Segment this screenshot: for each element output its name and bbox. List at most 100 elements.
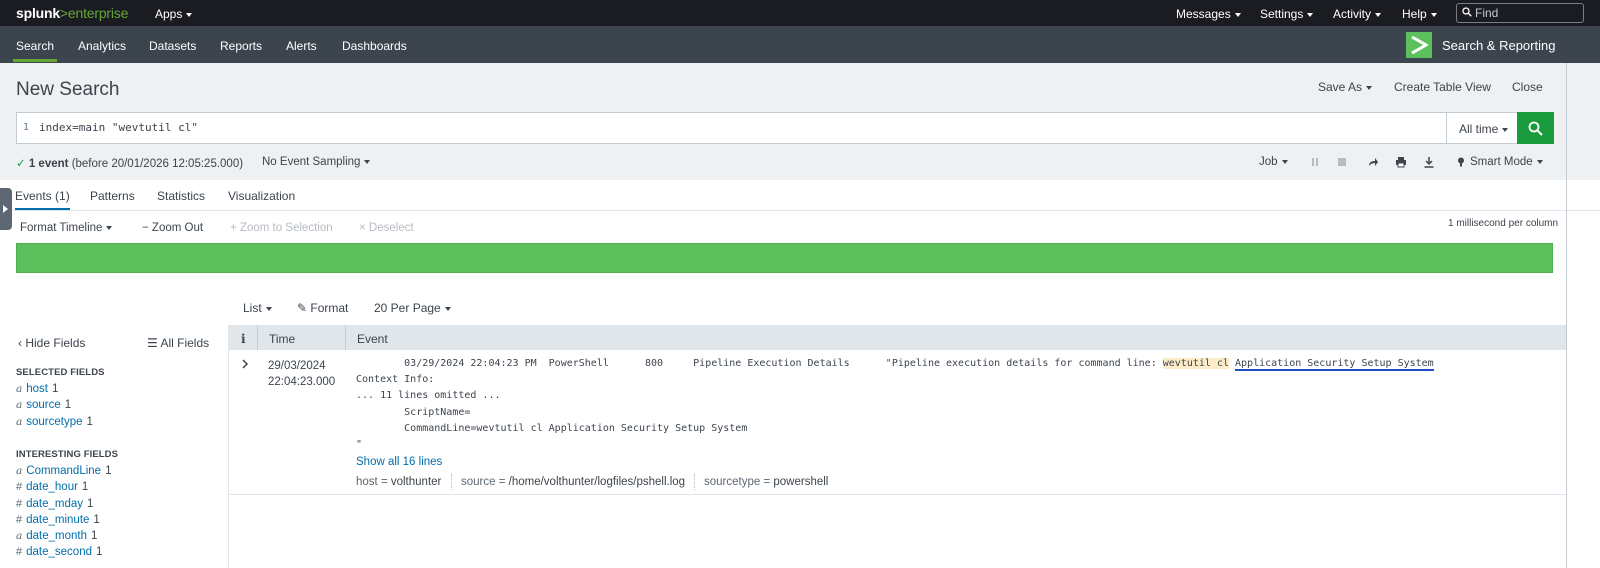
stop-icon[interactable] [1336, 156, 1348, 168]
search-button[interactable] [1517, 112, 1554, 144]
messages-menu[interactable]: Messages [1176, 7, 1241, 21]
event-line: ScriptName= [356, 407, 471, 418]
help-menu[interactable]: Help [1402, 7, 1437, 21]
field-date-minute[interactable]: # date_minute 1 [16, 514, 100, 526]
caret-down-icon [364, 159, 371, 164]
splunk-logo[interactable]: splunk>enterprise [16, 5, 128, 21]
field-date-second[interactable]: # date_second 1 [16, 546, 102, 558]
deselect-button[interactable]: × Deselect [359, 222, 414, 234]
field-date-mday[interactable]: # date_mday 1 [16, 498, 93, 510]
lightbulb-icon [1458, 157, 1464, 167]
caret-down-icon [1375, 12, 1382, 17]
list-icon: ☰ [147, 336, 161, 350]
side-panel-handle[interactable] [0, 188, 12, 230]
event-line: ... 11 lines omitted ... [356, 390, 501, 401]
list-dropdown[interactable]: List [243, 301, 272, 315]
tab-statistics[interactable]: Statistics [157, 189, 205, 203]
caret-down-icon [186, 12, 193, 17]
time-column-header[interactable]: Time [269, 332, 295, 346]
close-button[interactable]: Close [1512, 80, 1543, 94]
app-bar: Search Analytics Datasets Reports Alerts… [0, 26, 1600, 63]
field-commandline[interactable]: a CommandLine 1 [16, 465, 111, 477]
page-title: New Search [16, 79, 120, 100]
chevron-right-icon [3, 205, 8, 213]
caret-down-icon [1366, 85, 1373, 90]
caret-down-icon [265, 306, 272, 311]
event-field-sourcetype[interactable]: sourcetype = powershell [704, 476, 828, 488]
save-as-button[interactable]: Save As [1318, 80, 1373, 94]
time-range-picker[interactable]: All time [1446, 113, 1517, 143]
event-line: Context Info: [356, 374, 435, 385]
selected-fields-heading: SELECTED FIELDS [16, 367, 105, 378]
plus-icon: + [230, 222, 240, 234]
column-divider [257, 325, 258, 350]
export-icon[interactable] [1423, 156, 1435, 168]
apps-menu[interactable]: Apps [155, 7, 193, 21]
nav-dashboards[interactable]: Dashboards [342, 39, 407, 53]
field-source[interactable]: a source 1 [16, 399, 71, 411]
event-column-header[interactable]: Event [357, 332, 388, 346]
activity-menu[interactable]: Activity [1333, 7, 1382, 21]
nav-alerts[interactable]: Alerts [286, 39, 317, 53]
close-icon: × [359, 222, 369, 234]
timeline-chart[interactable] [16, 243, 1553, 273]
nav-datasets[interactable]: Datasets [149, 39, 196, 53]
format-timeline-dropdown[interactable]: Format Timeline [20, 222, 113, 234]
pause-icon[interactable] [1309, 156, 1321, 168]
caret-down-icon [1234, 12, 1241, 17]
show-all-lines-link[interactable]: Show all 16 lines [356, 456, 442, 468]
info-column-header: i [241, 332, 246, 346]
zoom-to-selection-button[interactable]: + Zoom to Selection [230, 222, 333, 234]
create-table-view-button[interactable]: Create Table View [1394, 80, 1491, 94]
zoom-out-button[interactable]: − Zoom Out [142, 222, 203, 234]
field-divider [694, 474, 695, 490]
search-query-input[interactable]: index=main "wevtutil cl" [39, 121, 198, 134]
nav-analytics[interactable]: Analytics [78, 39, 126, 53]
find-input[interactable] [1475, 5, 1579, 21]
highlight-term[interactable]: wevtutil cl [1162, 358, 1229, 369]
print-icon[interactable] [1395, 156, 1407, 168]
tab-patterns[interactable]: Patterns [90, 189, 135, 203]
find-box[interactable] [1456, 3, 1584, 23]
event-field-source[interactable]: source = /home/volthunter/logfiles/pshel… [461, 476, 685, 488]
chevron-right-icon[interactable] [241, 359, 249, 369]
interesting-fields-heading: INTERESTING FIELDS [16, 449, 119, 460]
all-fields-button[interactable]: ☰ All Fields [147, 336, 209, 350]
event-time: 29/03/2024 22:04:23.000 [268, 360, 336, 388]
pencil-icon: ✎ [297, 301, 311, 315]
search-icon [1528, 121, 1543, 136]
app-title[interactable]: Search & Reporting [1442, 38, 1555, 53]
nav-search[interactable]: Search [12, 39, 58, 62]
share-icon[interactable] [1367, 156, 1379, 168]
event-sampling-dropdown[interactable]: No Event Sampling [262, 156, 371, 168]
search-icon [1462, 7, 1472, 17]
settings-menu[interactable]: Settings [1260, 7, 1314, 21]
caret-down-icon [106, 225, 113, 230]
line-number: 1 [23, 122, 30, 133]
app-logo-icon[interactable] [1406, 32, 1432, 58]
underlined-text: Application Security Setup System [1235, 358, 1434, 371]
format-button[interactable]: ✎ Format [297, 301, 348, 315]
search-bar[interactable]: 1 index=main "wevtutil cl" All time [16, 112, 1554, 144]
field-date-month[interactable]: a date_month 1 [16, 530, 97, 542]
nav-reports[interactable]: Reports [220, 39, 262, 53]
scrollbar-track[interactable] [1566, 63, 1567, 568]
caret-down-icon [444, 306, 451, 311]
hide-fields-button[interactable]: ‹ Hide Fields [18, 336, 85, 350]
tab-visualization[interactable]: Visualization [228, 189, 295, 203]
tab-events[interactable]: Events (1) [15, 189, 70, 210]
event-field-host[interactable]: host = volthunter [356, 476, 441, 488]
event-line: CommandLine=wevtutil cl Application Secu… [356, 423, 748, 434]
per-page-dropdown[interactable]: 20 Per Page [374, 301, 451, 315]
search-mode-dropdown[interactable]: Smart Mode [1470, 156, 1543, 168]
caret-down-icon [1430, 12, 1437, 17]
job-status: ✓ 1 event (before 20/01/2026 12:05:25.00… [16, 158, 244, 170]
minus-icon: − [142, 222, 152, 234]
timeline-scale: 1 millisecond per column [1448, 218, 1559, 229]
job-menu[interactable]: Job [1259, 156, 1288, 168]
field-divider [451, 474, 452, 490]
field-date-hour[interactable]: # date_hour 1 [16, 481, 88, 493]
field-sourcetype[interactable]: a sourcetype 1 [16, 416, 93, 428]
event-line: " [356, 439, 363, 450]
field-host[interactable]: a host 1 [16, 383, 58, 395]
